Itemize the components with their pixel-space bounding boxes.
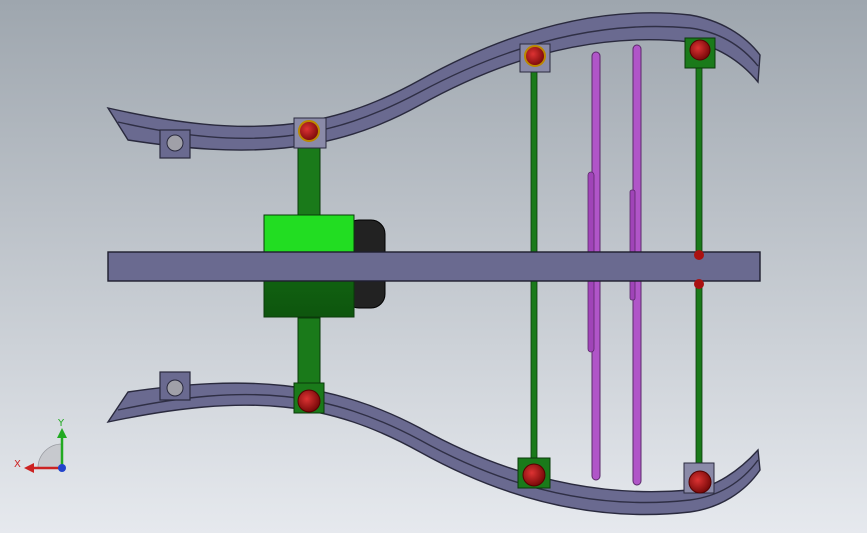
lower-middle-pivot[interactable]: [522, 463, 546, 487]
upper-middle-pivot[interactable]: [524, 45, 546, 67]
lower-left-pivot[interactable]: [297, 389, 321, 413]
lower-left-link: [297, 317, 321, 391]
beam-joint-right: [694, 250, 704, 260]
triad-x-label: X: [14, 459, 21, 470]
cad-graphics-viewport[interactable]: Y X: [0, 0, 867, 533]
purple-rod-right-inner: [629, 189, 636, 301]
upper-left-pivot[interactable]: [298, 120, 320, 142]
main-horizontal-beam[interactable]: [107, 251, 761, 282]
lower-mount-hole: [166, 379, 184, 397]
triad-z-axis: [58, 464, 66, 472]
cad-scene[interactable]: Y X: [0, 0, 867, 533]
upper-left-link: [297, 144, 321, 221]
lower-right-pivot[interactable]: [688, 470, 712, 494]
upper-mount-hole: [166, 134, 184, 152]
triad-y-label: Y: [57, 418, 65, 429]
beam-joint-right-lower: [694, 279, 704, 289]
upper-right-pivot[interactable]: [689, 39, 711, 61]
